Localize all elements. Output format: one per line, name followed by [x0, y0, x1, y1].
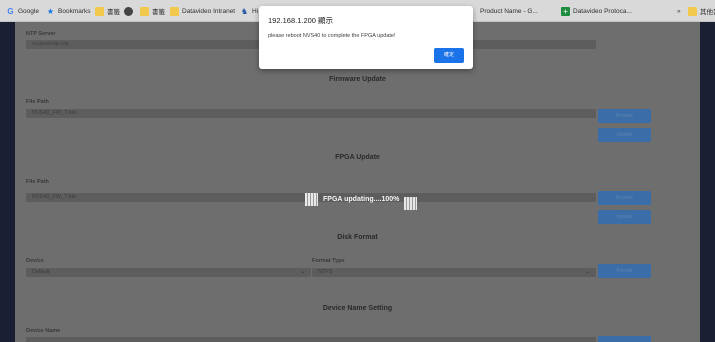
folder-icon [170, 6, 179, 16]
format-button[interactable]: Format [598, 264, 651, 278]
firmware-update-button[interactable]: Update [598, 128, 651, 142]
bookmarks-overflow-button[interactable]: » [677, 4, 681, 18]
fpga-file-path-label: File Path [26, 179, 49, 185]
device-select-value: Default [32, 269, 50, 275]
bookmark-label: 書籤 [107, 9, 120, 16]
bookmark-label: Hi [252, 7, 259, 15]
bookmark-datavideo-intranet[interactable]: Datavideo Intranet [170, 4, 235, 18]
device-name-apply-button[interactable] [598, 336, 651, 342]
left-border [0, 22, 15, 342]
bookmark-label: Datavideo Intranet [182, 7, 236, 15]
shoe-icon: ♞ [240, 6, 249, 16]
ntp-server-value: cn.pool.ntp.org [32, 41, 69, 47]
format-type-label: Format Type [312, 258, 345, 264]
device-label: Device [26, 258, 44, 264]
dialog-message: please reboot NVS40 to complete the FPGA… [268, 33, 396, 39]
overflow-chevron-icon: » [677, 7, 681, 15]
device-name-input[interactable] [26, 337, 596, 342]
right-border [700, 22, 715, 342]
fpga-update-title: FPGA Update [335, 154, 380, 161]
bookmark-other[interactable]: 其他書 [688, 4, 715, 18]
firmware-update-title: Firmware Update [329, 76, 386, 83]
bookmark-datavideo-protocol[interactable]: + Datavideo Protoca... [561, 4, 632, 18]
dialog-title: 192.168.1.200 顯示 [268, 16, 334, 25]
bookmark-bookmarks[interactable]: ★ Bookmarks [46, 4, 91, 18]
globe-icon [124, 6, 133, 16]
format-type-select[interactable]: NTFS ⌄ [312, 268, 596, 277]
format-type-value: NTFS [318, 269, 333, 275]
google-icon: G [7, 6, 14, 16]
progress-bar-left [305, 193, 318, 206]
bookmark-folder-1[interactable]: 書籤 [95, 4, 120, 18]
settings-content: NTP Server cn.pool.ntp.org Firmware Upda… [15, 22, 700, 342]
fpga-browse-button[interactable]: Browse [598, 191, 651, 205]
folder-icon [95, 6, 104, 16]
device-select[interactable]: Default ⌄ [26, 268, 311, 277]
sheet-icon: + [561, 6, 570, 16]
folder-icon [688, 6, 697, 16]
page: NTP Server cn.pool.ntp.org Firmware Upda… [0, 22, 715, 342]
disk-format-title: Disk Format [337, 234, 378, 241]
ntp-server-label: NTP Server [26, 31, 56, 37]
bookmark-hi[interactable]: ♞ Hi [240, 4, 258, 18]
bookmark-google[interactable]: G Google [6, 4, 39, 18]
ok-button[interactable]: 確定 [434, 48, 464, 63]
bookmark-label: Product Name - G... [480, 7, 538, 15]
firmware-file-path-label: File Path [26, 99, 49, 105]
progress-bar-right [404, 197, 417, 210]
bookmark-product-name[interactable]: Product Name - G... [480, 4, 538, 18]
chevron-down-icon: ⌄ [299, 269, 305, 275]
fpga-progress-text: FPGA updating....100% [323, 196, 400, 203]
device-name-label: Device Name [26, 328, 61, 334]
bookmark-label: Datavideo Protoca... [573, 7, 632, 15]
folder-icon [140, 6, 149, 16]
fpga-update-button[interactable]: Update [598, 210, 651, 224]
bookmark-label: 書籤 [152, 9, 165, 16]
fpga-progress-indicator: FPGA updating....100% [305, 193, 404, 206]
bookmark-label: Google [18, 7, 39, 15]
star-icon: ★ [46, 6, 55, 16]
firmware-browse-button[interactable]: Browse [598, 109, 651, 123]
firmware-file-path-value: NVS40_FW_?.bin [32, 110, 77, 116]
bookmark-label: 其他書 [700, 9, 715, 16]
chevron-down-icon: ⌄ [584, 269, 590, 275]
bookmark-folder-2[interactable]: 書籤 [140, 4, 165, 18]
bookmark-label: Bookmarks [58, 7, 91, 15]
device-name-title: Device Name Setting [322, 305, 393, 312]
fpga-file-path-value: NVS40_FW_?.bin [32, 194, 77, 200]
bookmark-globe[interactable] [124, 4, 133, 18]
firmware-file-path-input[interactable]: NVS40_FW_?.bin [26, 109, 596, 118]
alert-dialog: 192.168.1.200 顯示 please reboot NVS40 to … [259, 6, 473, 69]
